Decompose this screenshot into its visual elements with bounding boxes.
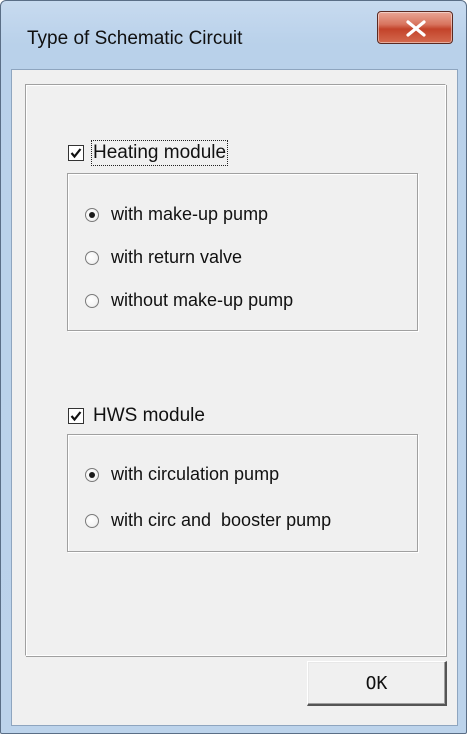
close-button[interactable] xyxy=(377,11,453,44)
radio-label: without make-up pump xyxy=(111,290,294,310)
radio-label: with circulation pump xyxy=(111,464,280,484)
heating-module-checkbox[interactable] xyxy=(68,145,84,161)
hws-module-label: HWS module xyxy=(93,405,205,426)
options-panel: Heating module with make-up pump with re… xyxy=(25,84,446,656)
radio-with-circulation-pump[interactable]: with circulation pump xyxy=(85,464,279,485)
heating-module-label: Heating module xyxy=(90,140,229,166)
title-bar[interactable]: Type of Schematic Circuit xyxy=(1,1,466,67)
dialog-window: Type of Schematic Circuit Heating module xyxy=(0,0,467,734)
ok-button[interactable]: OK xyxy=(307,661,447,706)
check-icon xyxy=(70,148,82,159)
hws-module-checkbox[interactable] xyxy=(68,408,84,424)
dialog-client-area: Heating module with make-up pump with re… xyxy=(11,69,458,726)
heating-options-group: with make-up pump with return valve with… xyxy=(67,173,418,331)
radio-with-return-valve[interactable]: with return valve xyxy=(85,247,242,268)
radio-label: with return valve xyxy=(111,247,243,267)
check-icon xyxy=(70,411,82,422)
radio-button-selected[interactable] xyxy=(85,467,99,482)
radio-button[interactable] xyxy=(85,250,99,265)
radio-label: with make-up pump xyxy=(111,204,269,224)
hws-options-group: with circulation pump with circ and boos… xyxy=(67,434,418,552)
close-icon xyxy=(406,20,426,37)
radio-button[interactable] xyxy=(85,293,99,308)
radio-label: with circ and booster pump xyxy=(111,510,332,530)
window-title: Type of Schematic Circuit xyxy=(27,28,243,49)
radio-with-make-up-pump[interactable]: with make-up pump xyxy=(85,204,268,225)
radio-with-circ-and-booster-pump[interactable]: with circ and booster pump xyxy=(85,510,331,531)
radio-button-selected[interactable] xyxy=(85,207,99,222)
radio-without-make-up-pump[interactable]: without make-up pump xyxy=(85,290,293,311)
radio-button[interactable] xyxy=(85,513,99,528)
hws-module-checkbox-row[interactable]: HWS module xyxy=(68,405,205,427)
heating-module-checkbox-row[interactable]: Heating module xyxy=(68,140,229,166)
